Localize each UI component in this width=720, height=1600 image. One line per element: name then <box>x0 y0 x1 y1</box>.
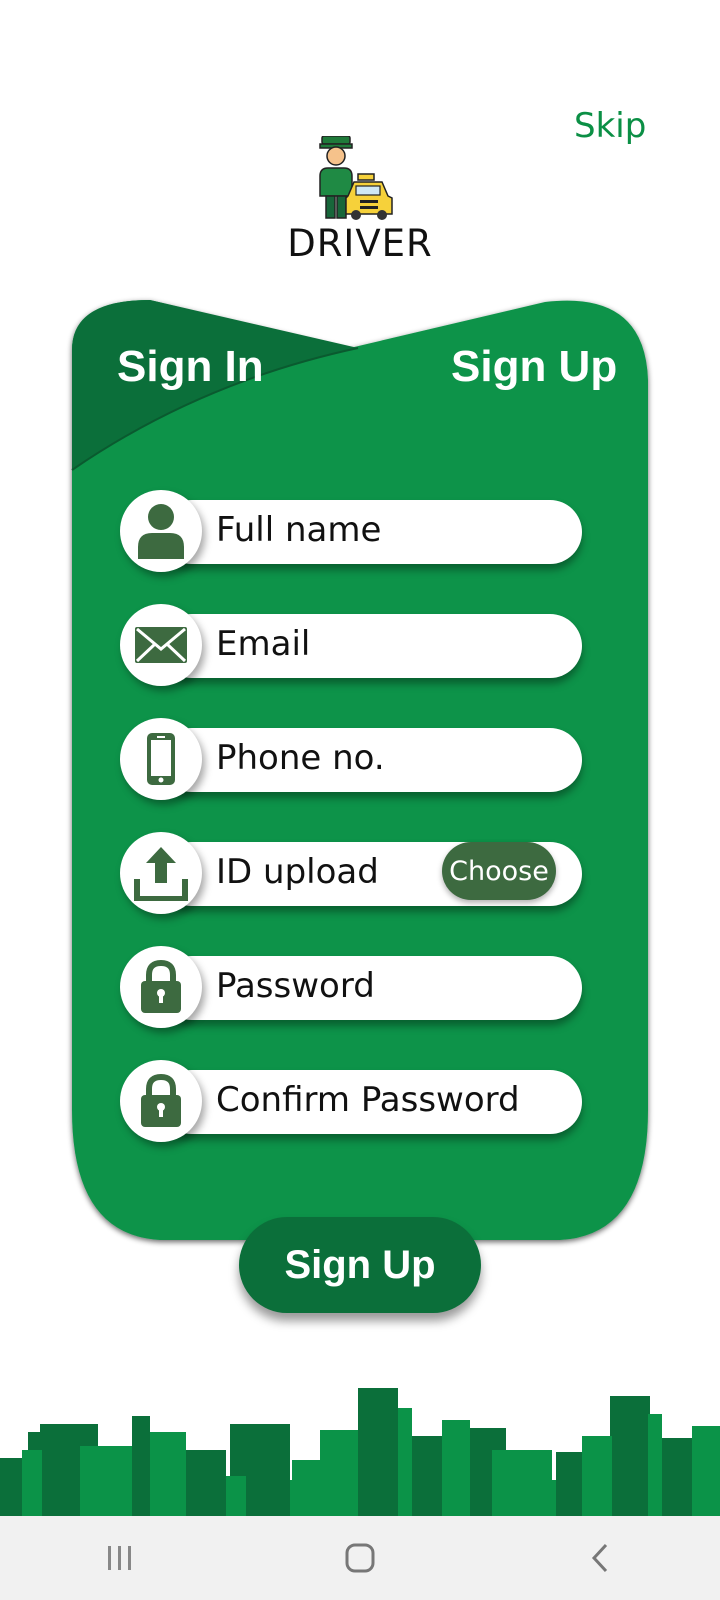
password-field[interactable]: Password <box>120 946 582 1028</box>
person-icon <box>120 490 202 572</box>
phone-field[interactable]: Phone no. <box>120 718 582 800</box>
skip-button[interactable]: Skip <box>574 106 646 146</box>
lock-icon <box>120 1060 202 1142</box>
driver-taxi-icon <box>319 136 393 220</box>
confirm-password-label: Confirm Password <box>216 1080 520 1120</box>
phone-label: Phone no. <box>216 738 385 778</box>
email-label: Email <box>216 624 311 664</box>
upload-icon <box>120 832 202 914</box>
recents-icon[interactable] <box>90 1528 150 1588</box>
phone-icon <box>120 718 202 800</box>
sign-up-button[interactable]: Sign Up <box>239 1217 481 1313</box>
confirm-password-field[interactable]: Confirm Password <box>120 1060 582 1142</box>
full-name-label: Full name <box>216 510 382 550</box>
id-upload-label: ID upload <box>216 852 379 892</box>
home-icon[interactable] <box>330 1528 390 1588</box>
full-name-field[interactable]: Full name <box>120 490 582 572</box>
envelope-icon <box>120 604 202 686</box>
choose-file-button[interactable]: Choose <box>442 842 556 900</box>
password-label: Password <box>216 966 375 1006</box>
id-upload-field[interactable]: ID upload Choose <box>120 832 582 914</box>
form-card <box>71 300 648 1240</box>
email-field[interactable]: Email <box>120 604 582 686</box>
city-skyline-illustration <box>0 1388 720 1516</box>
tab-sign-in[interactable]: Sign In <box>117 342 264 392</box>
system-nav-bar <box>0 1516 720 1600</box>
app-title: DRIVER <box>287 222 433 265</box>
tab-sign-up[interactable]: Sign Up <box>451 342 617 392</box>
lock-icon <box>120 946 202 1028</box>
back-icon[interactable] <box>570 1528 630 1588</box>
